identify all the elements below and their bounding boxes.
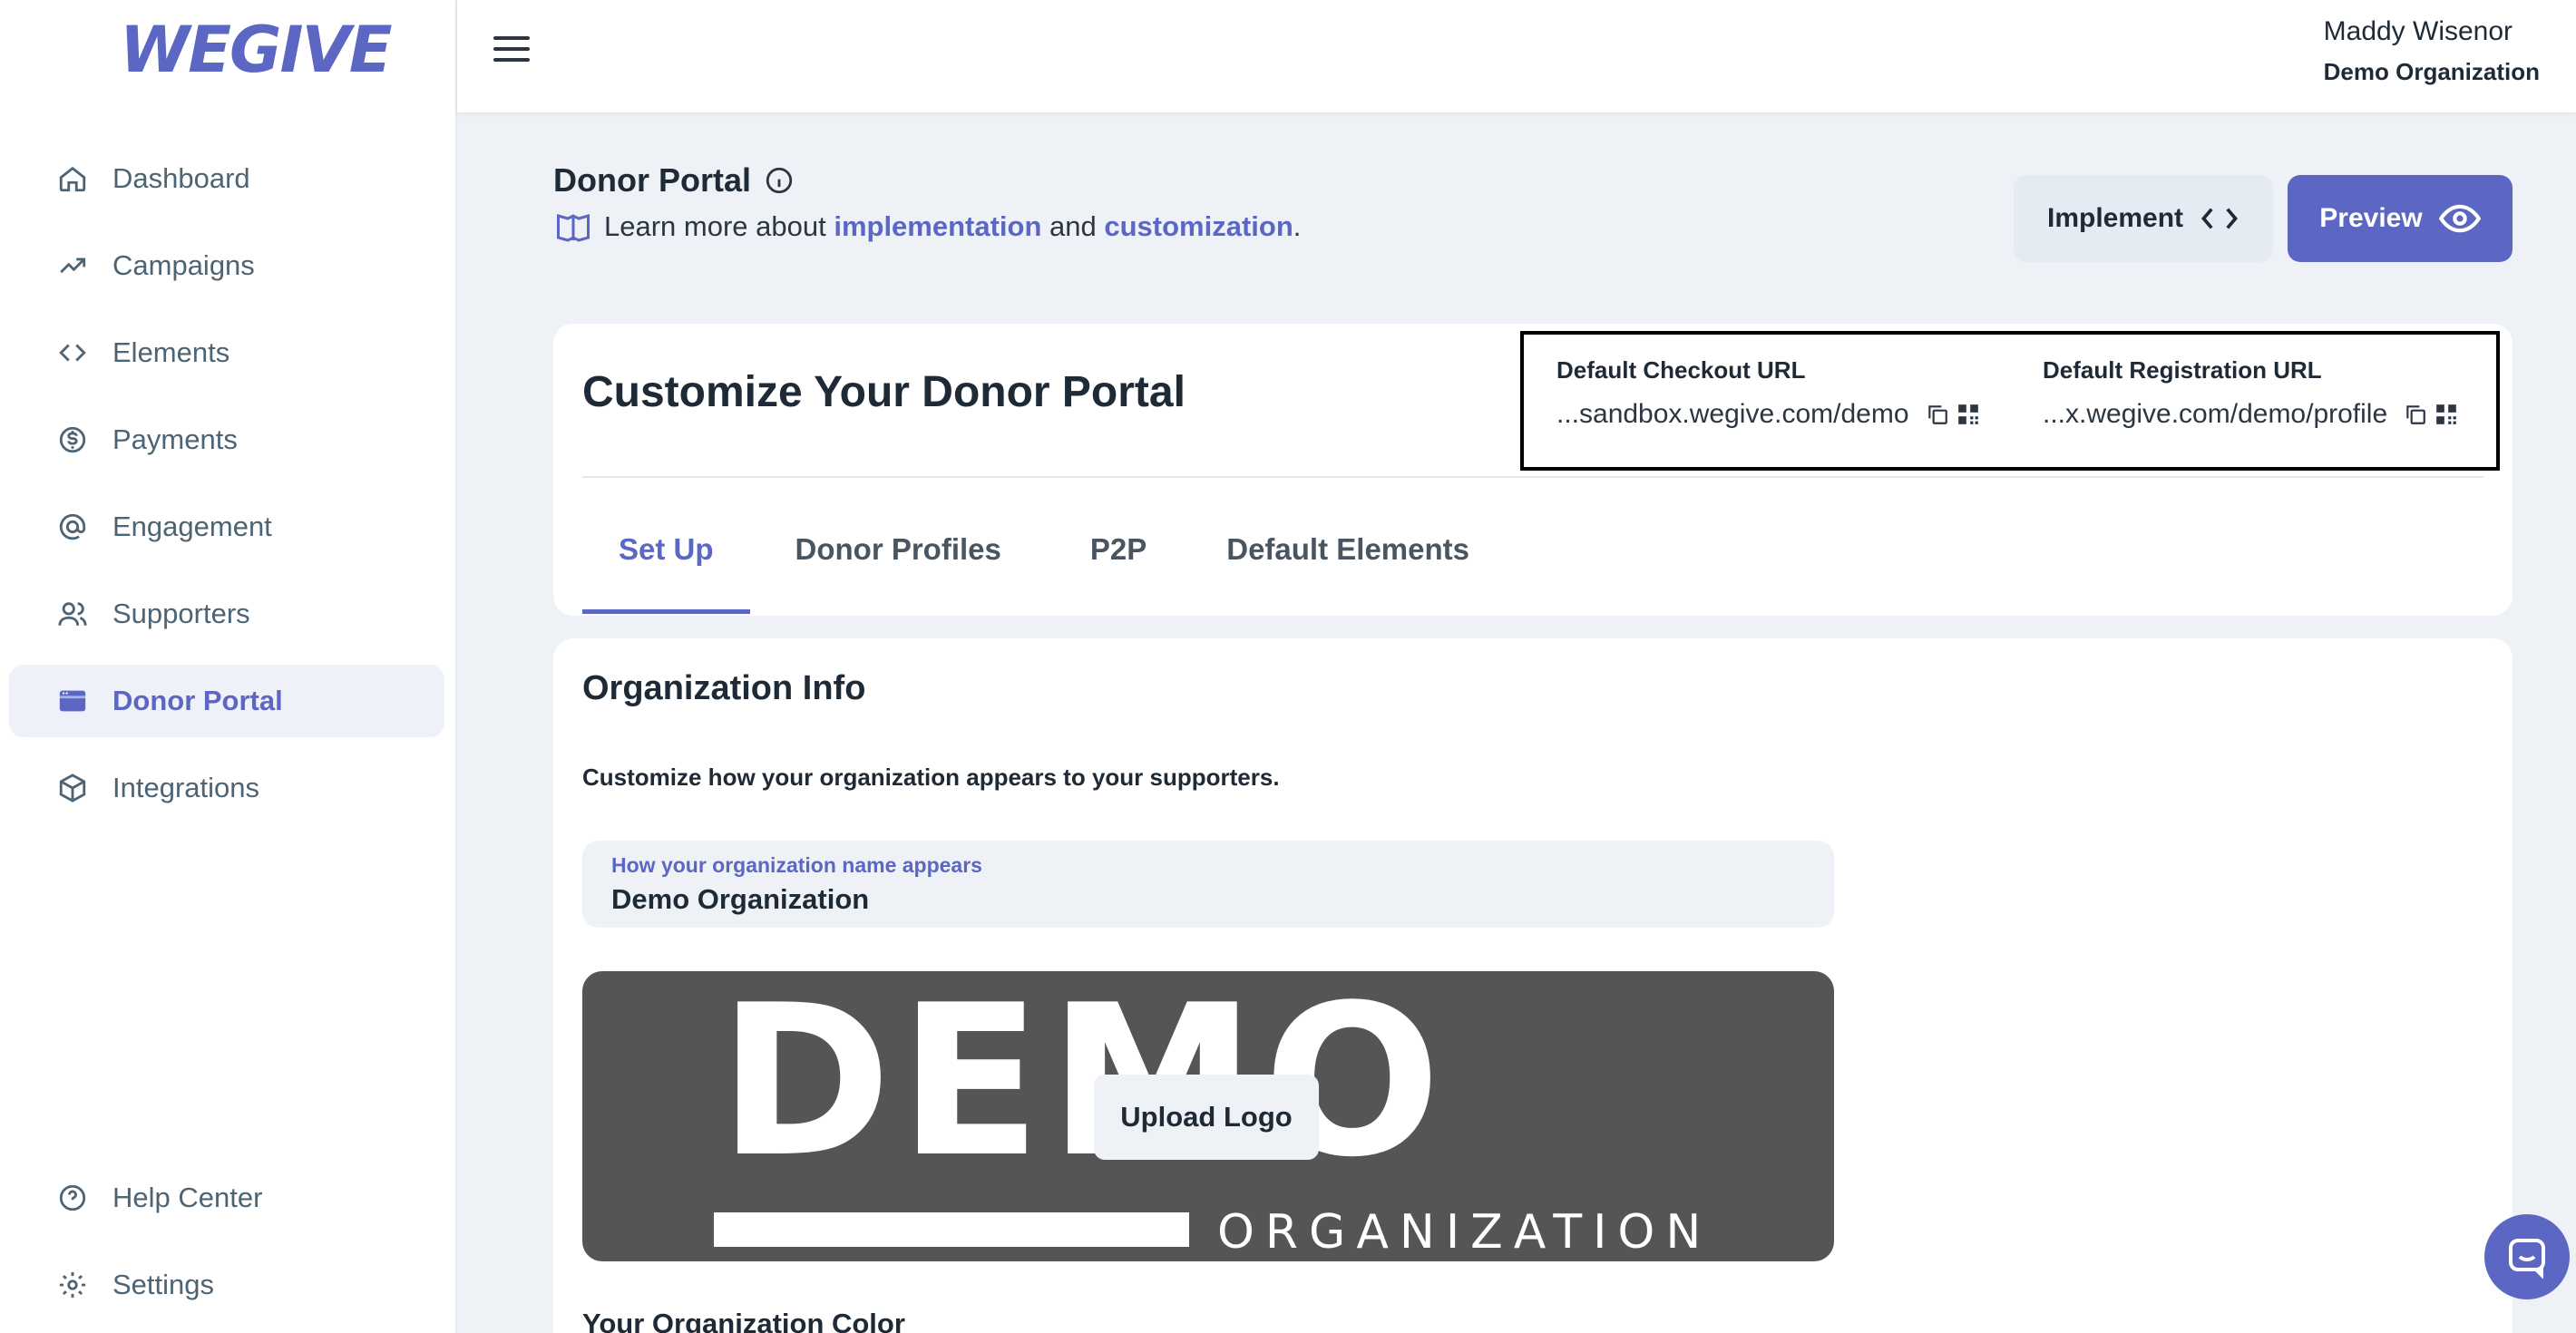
checkout-url-label: Default Checkout URL [1556, 356, 1806, 384]
sidebar-item-integrations[interactable]: Integrations [9, 752, 444, 824]
dollar-circle-icon [54, 422, 91, 458]
qr-code-icon[interactable] [2435, 403, 2458, 426]
sidebar-item-label: Payments [112, 423, 238, 455]
sidebar-item-campaigns[interactable]: Campaigns [9, 229, 444, 302]
default-urls-panel: Default Checkout URL ...sandbox.wegive.c… [1520, 331, 2500, 471]
sidebar-item-help-center[interactable]: Help Center [9, 1162, 444, 1234]
learn-mid: and [1041, 210, 1105, 242]
organization-color-title: Your Organization Color [582, 1308, 905, 1333]
code-icon [2201, 208, 2239, 229]
logo-image-subtext: ORGANIZATION [1217, 1205, 1712, 1260]
learn-more-text: Learn more about implementation and cust… [555, 210, 1301, 243]
qr-code-icon[interactable] [1956, 403, 1980, 426]
sidebar-item-donor-portal[interactable]: Donor Portal [9, 665, 444, 737]
sidebar-item-label: Engagement [112, 511, 272, 542]
menu-icon[interactable] [493, 36, 530, 73]
checkout-url-value[interactable]: ...sandbox.wegive.com/demo [1556, 399, 1909, 430]
sidebar-item-elements[interactable]: Elements [9, 316, 444, 389]
users-icon [54, 596, 91, 632]
user-organization: Demo Organization [2323, 58, 2540, 85]
tab-donor-profiles[interactable]: Donor Profiles [750, 532, 1047, 614]
customize-title: Customize Your Donor Portal [582, 368, 1186, 416]
copy-icon[interactable] [1926, 403, 1949, 426]
preview-label: Preview [2319, 203, 2423, 233]
field-label: How your organization name appears [611, 853, 982, 877]
user-name: Maddy Wisenor [2323, 16, 2513, 46]
top-bar: Maddy Wisenor Demo Organization [457, 0, 2576, 112]
sidebar-item-label: Integrations [112, 772, 259, 803]
sidebar-item-payments[interactable]: Payments [9, 404, 444, 476]
logo-image-bar [714, 1212, 1189, 1247]
tab-set-up[interactable]: Set Up [582, 532, 750, 614]
organization-name-field[interactable]: How your organization name appears Demo … [582, 841, 1834, 928]
sidebar-item-label: Donor Portal [112, 685, 283, 716]
registration-url-value[interactable]: ...x.wegive.com/demo/profile [2043, 399, 2387, 430]
user-menu[interactable]: Maddy Wisenor Demo Organization [2324, 16, 2540, 86]
sidebar-nav: Dashboard Campaigns Elements Payments En… [9, 142, 444, 839]
tab-default-elements[interactable]: Default Elements [1190, 532, 1506, 614]
registration-url-group: Default Registration URL ...x.wegive.com… [2043, 356, 2458, 430]
implement-label: Implement [2046, 203, 2184, 233]
sidebar-item-dashboard[interactable]: Dashboard [9, 142, 444, 215]
checkout-url-group: Default Checkout URL ...sandbox.wegive.c… [1556, 356, 1980, 430]
divider [582, 476, 2483, 478]
logo-image-text: DEMO [718, 971, 1449, 1203]
eye-icon [2438, 204, 2481, 233]
organization-info-card: Organization Info Customize how your org… [553, 638, 2513, 1333]
at-sign-icon [54, 509, 91, 545]
tab-p2p[interactable]: P2P [1047, 532, 1190, 614]
upload-logo-button[interactable]: Upload Logo [1094, 1075, 1319, 1160]
sidebar-item-engagement[interactable]: Engagement [9, 491, 444, 563]
info-icon[interactable] [764, 165, 795, 196]
section-description: Customize how your organization appears … [582, 764, 1280, 791]
sidebar-item-label: Elements [112, 336, 230, 368]
learn-prefix: Learn more about [604, 210, 834, 242]
implementation-link[interactable]: implementation [834, 210, 1041, 243]
preview-button[interactable]: Preview [2288, 175, 2513, 262]
sidebar-bottom-nav: Help Center Settings [9, 1162, 444, 1333]
browser-window-icon [54, 683, 91, 719]
sidebar-item-supporters[interactable]: Supporters [9, 578, 444, 650]
code-icon [54, 335, 91, 371]
portal-tabs: Set Up Donor Profiles P2P Default Elemen… [582, 532, 1506, 614]
page-title: Donor Portal [553, 161, 795, 199]
sidebar-item-label: Supporters [112, 598, 250, 629]
sidebar-item-label: Dashboard [112, 162, 250, 194]
sidebar: WEGIVE Dashboard Campaigns Elements Paym… [0, 0, 457, 1333]
customize-card: Customize Your Donor Portal Default Chec… [553, 324, 2513, 616]
cube-icon [54, 770, 91, 806]
sidebar-item-label: Settings [112, 1269, 215, 1300]
page-title-text: Donor Portal [553, 161, 752, 199]
trending-up-icon [54, 248, 91, 284]
book-icon [557, 214, 590, 242]
gear-icon [54, 1267, 91, 1303]
copy-icon[interactable] [2404, 403, 2427, 426]
sidebar-item-settings[interactable]: Settings [9, 1249, 444, 1321]
section-title: Organization Info [582, 669, 866, 707]
learn-suffix: . [1293, 210, 1302, 242]
chat-icon [2509, 1239, 2545, 1279]
wegive-logo[interactable]: WEGIVE [120, 13, 393, 87]
registration-url-label: Default Registration URL [2043, 356, 2322, 384]
home-icon [54, 161, 91, 197]
help-circle-icon [54, 1180, 91, 1216]
customization-link[interactable]: customization [1104, 210, 1293, 243]
implement-button[interactable]: Implement [2014, 175, 2273, 262]
chat-support-button[interactable] [2484, 1214, 2570, 1299]
organization-name-input[interactable]: Demo Organization [611, 883, 1805, 916]
sidebar-item-label: Help Center [112, 1182, 263, 1213]
organization-logo-preview[interactable]: DEMO ORGANIZATION Upload Logo [582, 971, 1834, 1261]
sidebar-item-label: Campaigns [112, 249, 255, 281]
